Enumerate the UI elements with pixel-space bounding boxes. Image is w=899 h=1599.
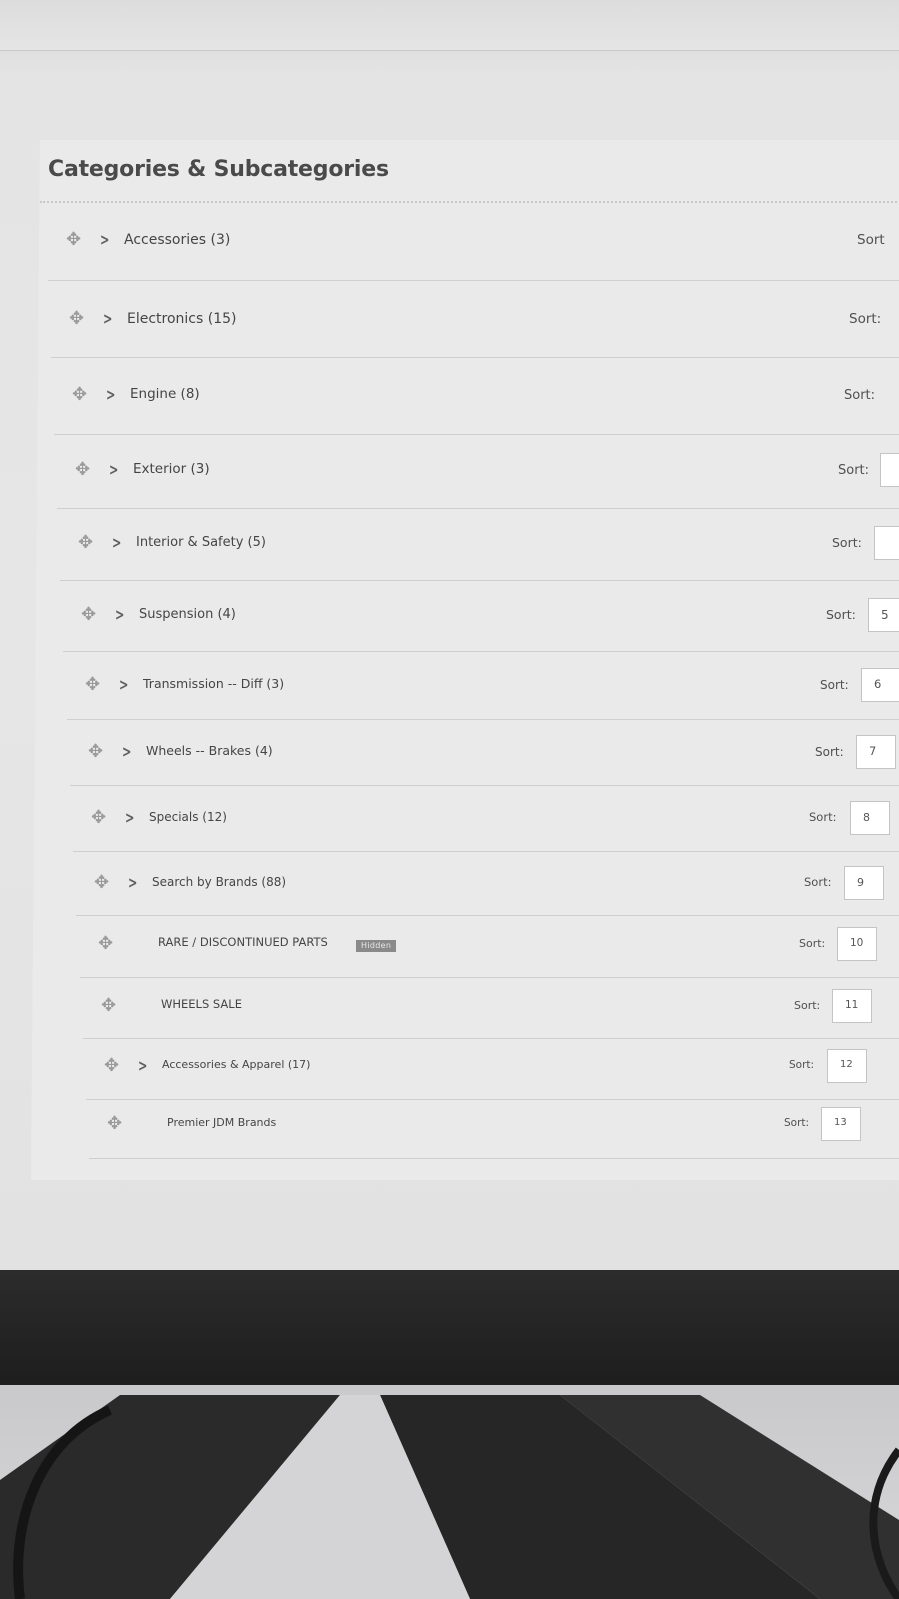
category-label[interactable]: Engine (8) — [130, 387, 200, 402]
title-divider — [40, 201, 899, 203]
sort-order-input[interactable] — [880, 453, 899, 487]
row-divider — [76, 915, 899, 916]
sort-order-input[interactable]: 7 — [856, 735, 896, 769]
desk-background — [0, 1385, 899, 1599]
row-divider — [80, 977, 899, 978]
sort-label: Sort: — [804, 875, 832, 889]
sort-label: Sort: — [844, 388, 876, 403]
chevron-right-icon[interactable]: > — [100, 232, 109, 248]
sort-order-input[interactable]: 5 — [868, 598, 899, 632]
row-divider — [70, 785, 899, 786]
row-divider — [54, 434, 899, 435]
drag-handle-icon[interactable]: ✥ — [72, 386, 87, 404]
sort-order-input[interactable]: 6 — [861, 668, 899, 702]
chevron-right-icon[interactable]: > — [125, 810, 134, 826]
row-divider — [48, 280, 899, 281]
row-divider — [73, 851, 899, 852]
category-label[interactable]: Accessories & Apparel (17) — [162, 1059, 310, 1070]
sort-label: Sort: — [789, 1059, 815, 1071]
drag-handle-icon[interactable]: ✥ — [101, 997, 116, 1015]
chevron-right-icon[interactable]: > — [128, 875, 137, 891]
category-label[interactable]: Premier JDM Brands — [167, 1117, 276, 1128]
sort-label: Sort: — [815, 745, 844, 759]
sort-label: Sort: — [826, 607, 856, 622]
chevron-right-icon[interactable]: > — [115, 607, 124, 623]
category-label[interactable]: Electronics (15) — [127, 312, 237, 326]
drag-handle-icon[interactable]: ✥ — [98, 935, 113, 953]
sort-label: Sort: — [849, 311, 882, 327]
row-divider — [51, 357, 899, 358]
hidden-badge: Hidden — [356, 940, 397, 952]
sort-label: Sort — [857, 232, 885, 248]
sort-label: Sort: — [809, 810, 837, 824]
drag-handle-icon[interactable]: ✥ — [91, 809, 106, 827]
drag-handle-icon[interactable]: ✥ — [66, 231, 81, 249]
sort-order-input[interactable]: 12 — [827, 1049, 867, 1083]
sort-order-input[interactable]: 10 — [837, 927, 877, 961]
sort-label: Sort: — [838, 463, 870, 478]
row-divider — [67, 719, 899, 720]
sort-order-input[interactable]: 11 — [832, 989, 872, 1023]
chevron-right-icon[interactable]: > — [138, 1058, 147, 1074]
drag-handle-icon[interactable]: ✥ — [104, 1057, 119, 1075]
sort-order-input[interactable]: 9 — [844, 866, 884, 900]
drag-handle-icon[interactable]: ✥ — [94, 874, 109, 892]
category-label[interactable]: RARE / DISCONTINUED PARTS — [158, 936, 328, 949]
chevron-right-icon[interactable]: > — [109, 462, 118, 478]
sort-order-input[interactable] — [874, 526, 899, 560]
drag-handle-icon[interactable]: ✥ — [69, 310, 84, 328]
sort-order-input[interactable]: 13 — [821, 1107, 861, 1141]
chevron-right-icon[interactable]: > — [103, 311, 112, 327]
sort-label: Sort: — [820, 678, 849, 692]
category-label[interactable]: Transmission -- Diff (3) — [143, 677, 284, 691]
categories-panel — [30, 140, 899, 1180]
category-label[interactable]: Exterior (3) — [133, 462, 210, 477]
drag-handle-icon[interactable]: ✥ — [85, 676, 100, 694]
monitor-screen: Categories & Subcategories ✥ > Accessories… — [0, 0, 899, 1292]
sort-label: Sort: — [799, 937, 826, 950]
drag-handle-icon[interactable]: ✥ — [78, 534, 93, 552]
sort-label: Sort: — [794, 999, 821, 1012]
drag-handle-icon[interactable]: ✥ — [75, 461, 90, 479]
chevron-right-icon[interactable]: > — [122, 744, 131, 760]
category-label[interactable]: Interior & Safety (5) — [136, 536, 266, 549]
sort-label: Sort: — [832, 535, 862, 550]
row-divider — [57, 508, 899, 509]
row-divider — [60, 580, 899, 581]
category-label[interactable]: Search by Brands (88) — [152, 876, 286, 888]
panel-title: Categories & Subcategories — [48, 157, 389, 182]
category-label[interactable]: Suspension (4) — [139, 608, 236, 621]
top-bar — [0, 0, 899, 51]
category-label[interactable]: Specials (12) — [149, 811, 227, 823]
drag-handle-icon[interactable]: ✥ — [107, 1115, 122, 1133]
sort-label: Sort: — [784, 1117, 810, 1129]
drag-handle-icon[interactable]: ✥ — [88, 743, 103, 761]
monitor-bezel — [0, 1270, 899, 1390]
chevron-right-icon[interactable]: > — [112, 535, 121, 551]
row-divider — [83, 1038, 899, 1039]
sort-order-input[interactable]: 8 — [850, 801, 890, 835]
category-label[interactable]: WHEELS SALE — [161, 998, 242, 1011]
category-label[interactable]: Accessories (3) — [124, 233, 230, 247]
chevron-right-icon[interactable]: > — [119, 677, 128, 693]
row-divider — [86, 1099, 899, 1100]
row-divider — [89, 1158, 899, 1159]
drag-handle-icon[interactable]: ✥ — [81, 606, 96, 624]
category-label[interactable]: Wheels -- Brakes (4) — [146, 744, 273, 758]
row-divider — [63, 651, 899, 652]
chevron-right-icon[interactable]: > — [106, 387, 115, 403]
